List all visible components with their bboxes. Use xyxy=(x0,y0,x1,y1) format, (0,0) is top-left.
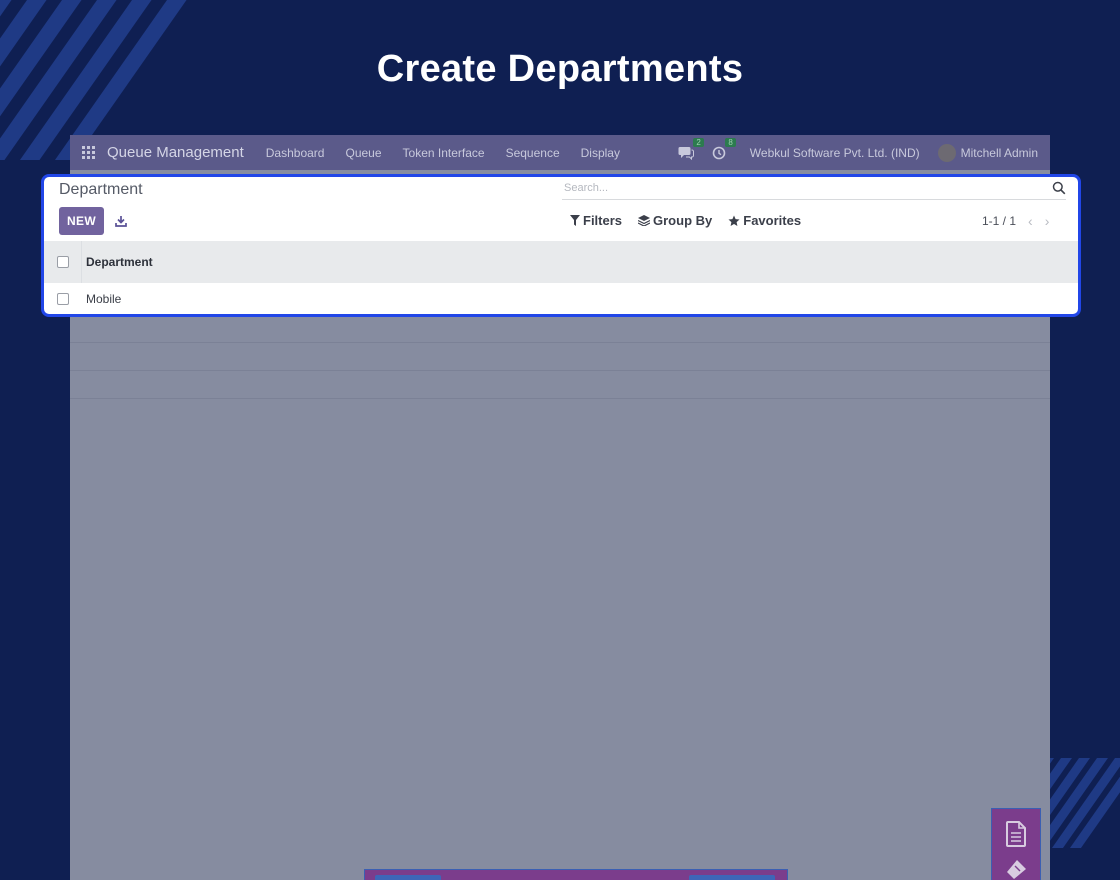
menu-item-token-interface[interactable]: Token Interface xyxy=(403,146,485,160)
select-all-cell xyxy=(44,241,82,283)
pager: 1-1 / 1 ‹ › xyxy=(982,213,1049,229)
download-icon xyxy=(115,216,127,227)
clock-icon xyxy=(712,146,726,159)
messages-badge: 2 xyxy=(693,137,704,147)
chevron-left-icon[interactable]: ‹ xyxy=(1028,213,1033,229)
pager-value[interactable]: 1-1 / 1 xyxy=(982,214,1016,228)
new-button[interactable]: NEW xyxy=(59,207,104,235)
menu-item-dashboard[interactable]: Dashboard xyxy=(266,146,325,160)
group-by-toggle[interactable]: Group By xyxy=(638,213,712,228)
favorites-label: Favorites xyxy=(743,213,802,228)
floating-toolbar xyxy=(991,808,1041,880)
decorative-stripes-bottom-right xyxy=(1040,758,1120,848)
ticket-icon[interactable] xyxy=(1003,858,1029,880)
avatar[interactable] xyxy=(937,143,956,162)
activities-button[interactable]: 8 xyxy=(712,137,736,160)
chat-icon xyxy=(678,146,694,160)
messages-button[interactable]: 2 xyxy=(678,137,704,160)
user-menu[interactable]: Mitchell Admin xyxy=(961,146,1038,160)
layers-icon xyxy=(638,215,651,226)
highlighted-department-list: Department NEW Filters Group By xyxy=(41,174,1081,317)
menu-item-sequence[interactable]: Sequence xyxy=(506,146,560,160)
search-bar xyxy=(562,177,1066,200)
row-checkbox[interactable] xyxy=(57,292,69,305)
chevron-right-icon[interactable]: › xyxy=(1045,213,1050,229)
table-row[interactable]: Mobile xyxy=(44,283,1078,314)
company-switcher[interactable]: Webkul Software Pvt. Ltd. (IND) xyxy=(750,146,920,160)
search-icon[interactable] xyxy=(1052,181,1066,195)
page-headline: Create Departments xyxy=(376,48,744,90)
row-select-cell xyxy=(44,283,82,314)
dimmed-list-lines xyxy=(70,315,1050,399)
activities-badge: 8 xyxy=(725,137,736,147)
star-icon xyxy=(728,215,740,226)
department-name-cell[interactable]: Mobile xyxy=(86,292,121,306)
filters-toggle[interactable]: Filters xyxy=(570,213,622,228)
grid-icon[interactable] xyxy=(82,146,95,159)
list-header: Department xyxy=(44,241,1078,283)
select-all-checkbox[interactable] xyxy=(56,256,69,268)
favorites-toggle[interactable]: Favorites xyxy=(728,213,801,228)
menu-item-display[interactable]: Display xyxy=(581,146,620,160)
floating-bottom-bar xyxy=(364,869,788,880)
funnel-icon xyxy=(570,215,580,226)
export-button[interactable] xyxy=(112,212,130,230)
breadcrumb-title: Department xyxy=(59,181,143,198)
column-header-department[interactable]: Department xyxy=(86,255,153,269)
search-input[interactable] xyxy=(562,182,1052,194)
menu-item-queue[interactable]: Queue xyxy=(345,146,381,160)
app-brand[interactable]: Queue Management xyxy=(107,144,244,161)
group-by-label: Group By xyxy=(653,213,713,228)
filters-label: Filters xyxy=(583,213,623,228)
search-options: Filters Group By Favorites xyxy=(570,213,801,228)
document-icon[interactable] xyxy=(1005,820,1027,847)
app-navbar: Queue Management Dashboard Queue Token I… xyxy=(70,135,1050,170)
